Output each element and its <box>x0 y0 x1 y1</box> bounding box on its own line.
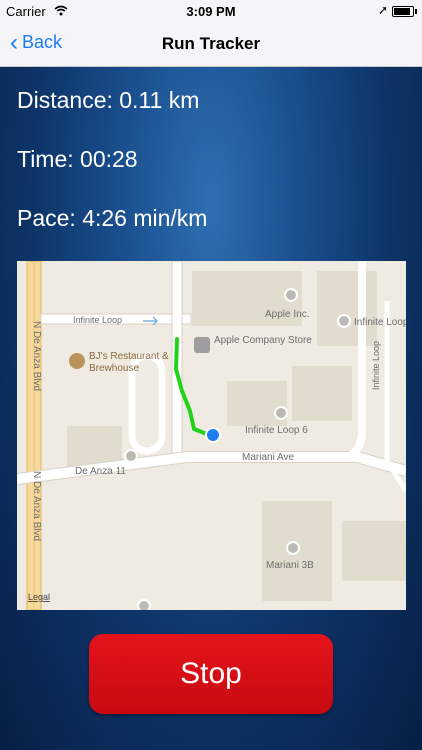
infinite-loop-vertical-label: Infinite Loop <box>371 341 381 390</box>
infinite-loop-6-label: Infinite Loop 6 <box>245 425 308 436</box>
poi-marker <box>124 449 138 463</box>
location-arrow-icon: ➚ <box>377 3 388 17</box>
infinite-loop-right-label: Infinite Loop <box>354 317 406 328</box>
poi-marker <box>337 314 351 328</box>
apple-inc-label: Apple Inc. <box>265 309 309 320</box>
poi-marker <box>286 541 300 555</box>
de-anza-11-label: De Anza 11 <box>75 466 126 477</box>
de-anza-blvd-label-2: N De Anza Blvd <box>31 471 42 541</box>
page-title: Run Tracker <box>161 34 261 53</box>
route-map[interactable]: N De Anza Blvd N De Anza Blvd Infinite L… <box>17 261 406 610</box>
de-anza-blvd-label: N De Anza Blvd <box>31 321 42 391</box>
poi-marker <box>137 599 151 610</box>
building <box>67 426 122 466</box>
legal-link[interactable]: Legal <box>28 592 50 602</box>
poi-marker <box>274 406 288 420</box>
status-bar: Carrier 3:09 PM ➚ <box>0 0 422 22</box>
navigation-bar: ‹ Back Run Tracker <box>0 22 422 67</box>
building <box>317 271 377 346</box>
apple-store-icon <box>194 337 210 353</box>
status-time: 3:09 PM <box>186 4 236 19</box>
mariani-ave-label: Mariani Ave <box>242 452 295 463</box>
time-label: Time: 00:28 <box>17 146 138 172</box>
distance-label: Distance: 0.11 km <box>17 87 200 113</box>
main-content: Distance: 0.11 km Time: 00:28 Pace: 4:26… <box>0 67 422 750</box>
current-location-dot <box>207 429 219 441</box>
mariani-3b-label: Mariani 3B <box>266 560 314 571</box>
building <box>292 366 352 421</box>
stop-button-label: Stop <box>180 657 242 690</box>
battery-icon <box>392 6 417 17</box>
pace-label: Pace: 4:26 min/km <box>17 205 208 231</box>
restaurant-icon <box>69 353 85 369</box>
bjs-label-box: BJ's Restaurant & Brewhouse <box>89 351 169 374</box>
bjs-restaurant-label: BJ's Restaurant & Brewhouse <box>89 351 169 374</box>
poi-marker <box>284 288 298 302</box>
infinite-loop-road-label: Infinite Loop <box>73 315 122 325</box>
stop-button[interactable]: Stop <box>89 634 333 714</box>
apple-store-label: Apple Company Store <box>214 335 312 346</box>
apple-store-label-box: Apple Company Store <box>214 335 312 346</box>
building <box>342 521 406 581</box>
